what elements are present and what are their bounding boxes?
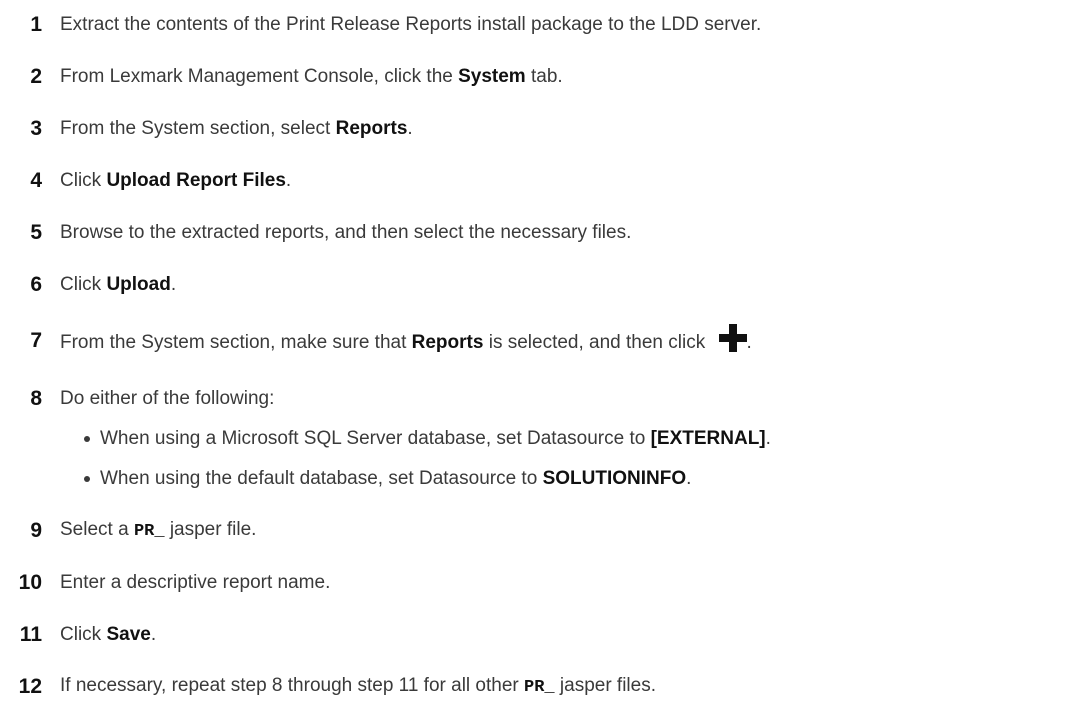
step-text-part: .	[407, 118, 413, 139]
code-term: PR_	[133, 522, 165, 541]
step-text-part: .	[285, 170, 292, 191]
bullet-text: When using the default database, set Dat…	[100, 464, 691, 494]
bullet-item: When using a Microsoft SQL Server databa…	[84, 424, 771, 454]
step-text-part: .	[746, 332, 752, 353]
step-text: Click Upload.	[60, 270, 176, 300]
step-text-part: Do either of the following:	[60, 388, 275, 409]
bullet-text-part: .	[765, 428, 771, 449]
step-text: From Lexmark Management Console, click t…	[60, 62, 563, 92]
step-text-part: From the System section, make sure that	[60, 332, 412, 353]
step-text: If necessary, repeat step 8 through step…	[60, 671, 656, 703]
step-text-part: .	[150, 624, 157, 645]
step-text: Click Save.	[60, 620, 156, 650]
step-text: Select a PR_ jasper file.	[60, 515, 256, 547]
ui-term: Save	[106, 624, 151, 645]
step-text: Enter a descriptive report name.	[60, 568, 330, 598]
step-text-part: From the System section, select	[60, 118, 336, 139]
step-text-part: Browse to the extracted reports, and the…	[60, 222, 632, 243]
step-text: Do either of the following:	[60, 384, 274, 414]
bullet-text-part: .	[686, 468, 692, 489]
bullet-text: When using a Microsoft SQL Server databa…	[100, 424, 771, 454]
step-number: 12	[18, 675, 42, 698]
bullet-dot	[84, 436, 90, 442]
ui-term: Upload Report Files	[106, 170, 286, 191]
step-text-part: Enter a descriptive report name.	[60, 572, 331, 593]
plus-icon	[718, 324, 747, 352]
step-text-part: jasper file.	[164, 519, 257, 540]
step-text-part: Select a	[60, 519, 134, 540]
step-number: 2	[30, 65, 42, 88]
step-number: 11	[19, 623, 42, 646]
ui-term: Upload	[106, 274, 171, 295]
step-text: From the System section, make sure that …	[60, 324, 752, 358]
step-number: 8	[30, 387, 42, 410]
step-text-part: is selected, and then click	[483, 332, 711, 353]
procedure-steps: 1 Extract the contents of the Print Rele…	[0, 0, 1079, 723]
step-number: 6	[30, 273, 42, 296]
step-text-part: tab.	[525, 66, 563, 87]
step-number: 7	[30, 329, 42, 352]
step-text-part: jasper files.	[554, 675, 656, 696]
ui-term: Reports	[335, 118, 408, 139]
step-number: 4	[30, 169, 42, 192]
bullet-text-part: When using a Microsoft SQL Server databa…	[100, 428, 651, 449]
step-text: Click Upload Report Files.	[60, 166, 291, 196]
code-term: PR_	[524, 678, 555, 697]
step-text: From the System section, select Reports.	[60, 114, 413, 144]
step-text: Extract the contents of the Print Releas…	[60, 10, 761, 40]
ui-term: [EXTERNAL]	[650, 428, 766, 449]
step-text: Browse to the extracted reports, and the…	[60, 218, 631, 248]
bullet-text-part: When using the default database, set Dat…	[100, 468, 543, 489]
step-text-part: Click	[60, 274, 107, 295]
step-text-part: Extract the contents of the Print Releas…	[60, 14, 762, 35]
step-text-part: .	[170, 274, 177, 295]
bullet-dot	[84, 476, 90, 482]
step-number: 1	[30, 13, 42, 36]
step-number: 10	[18, 571, 42, 594]
step-number: 5	[30, 221, 42, 244]
bullet-item: When using the default database, set Dat…	[84, 464, 691, 494]
ui-term: SOLUTIONINFO	[542, 468, 687, 489]
ui-term: Reports	[411, 332, 484, 353]
step-text-part: If necessary, repeat step 8 through step…	[60, 675, 525, 696]
step-text-part: Click	[60, 624, 107, 645]
step-number: 3	[30, 117, 42, 140]
step-text-part: Click	[60, 170, 107, 191]
step-number: 9	[30, 519, 42, 542]
ui-term: System	[458, 66, 526, 87]
step-text-part: From Lexmark Management Console, click t…	[60, 66, 459, 87]
